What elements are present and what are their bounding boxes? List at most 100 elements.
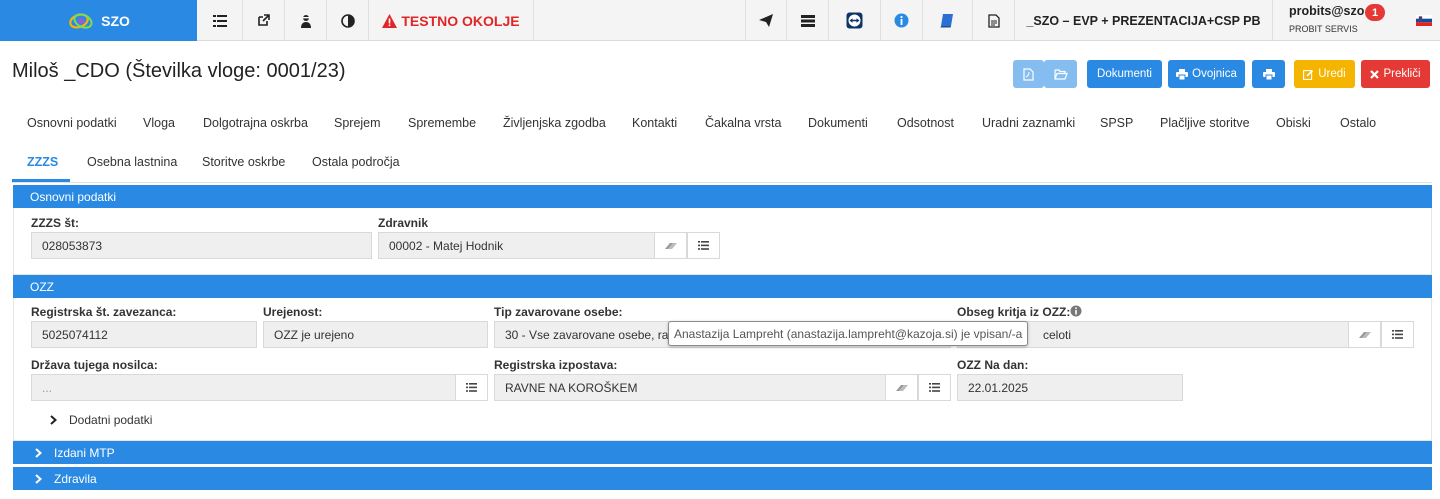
- tab-kontakti[interactable]: Kontakti: [632, 116, 677, 130]
- top-bar: SZO TESTNO OKOLJE _SZO – EVP + PREZENTAC…: [0, 0, 1440, 41]
- slovenia-flag-icon[interactable]: [1416, 15, 1432, 26]
- tab-ostalo[interactable]: Ostalo: [1340, 116, 1376, 130]
- ovojnica-label: Ovojnica: [1192, 68, 1237, 80]
- tab-obiski[interactable]: Obiski: [1276, 116, 1311, 130]
- ozz-na-dan-field[interactable]: 22.01.2025: [957, 374, 1183, 401]
- zdravila-section[interactable]: Zdravila: [13, 467, 1432, 490]
- project-title: _SZO – EVP + PREZENTACIJA+CSP PB: [1026, 13, 1261, 28]
- uredi-button[interactable]: Uredi: [1294, 60, 1355, 88]
- list-icon: [698, 241, 709, 250]
- uredi-label: Uredi: [1318, 68, 1346, 80]
- tab-osnovni-podatki[interactable]: Osnovni podatki: [27, 116, 117, 130]
- open-folder-button[interactable]: [1044, 60, 1077, 88]
- tab-dokumenti[interactable]: Dokumenti: [808, 116, 868, 130]
- ovojnica-button[interactable]: Ovojnica: [1168, 60, 1245, 88]
- audit-tooltip: Anastazija Lampreht (anastazija.lampreht…: [668, 321, 1029, 346]
- tab-spsp[interactable]: SPSP: [1100, 116, 1133, 130]
- dokumenti-button[interactable]: Dokumenti: [1087, 60, 1162, 88]
- preklici-button[interactable]: Prekliči: [1361, 60, 1430, 88]
- file-pdf-icon: [1023, 67, 1034, 81]
- tab-placljive-storitve[interactable]: Plačljive storitve: [1160, 116, 1250, 130]
- print-icon: [1262, 68, 1275, 80]
- document-button[interactable]: [973, 0, 1015, 41]
- notification-badge[interactable]: 1: [1365, 4, 1385, 21]
- warning-icon: [382, 13, 398, 28]
- user-secret-button[interactable]: [285, 0, 327, 41]
- tab-zzzs[interactable]: ZZZS: [27, 155, 58, 169]
- urejenost-field[interactable]: OZZ je urejeno: [263, 321, 488, 348]
- tab-storitve-oskrbe[interactable]: Storitve oskrbe: [202, 155, 285, 169]
- zdravnik-clear-button[interactable]: [654, 232, 687, 259]
- zzzs-label: ZZZS št:: [31, 216, 79, 230]
- izpostava-list-button[interactable]: [918, 374, 951, 401]
- drzava-list-button[interactable]: [455, 374, 488, 401]
- user-name[interactable]: probits@szo: [1289, 4, 1364, 18]
- tab-zivljenjska-zgodba[interactable]: Življenjska zgodba: [503, 116, 606, 130]
- tab-cakalna-vrsta[interactable]: Čakalna vrsta: [705, 116, 781, 130]
- izpostava-label: Registrska izpostava:: [494, 358, 618, 372]
- info-icon: [894, 13, 909, 28]
- osnovni-podatki-heading: Osnovni podatki: [13, 185, 1432, 208]
- list-icon: [466, 383, 477, 392]
- dodatni-podatki-toggle[interactable]: Dodatni podatki: [50, 413, 152, 427]
- ozz-heading: OZZ: [13, 275, 1432, 298]
- menu-button[interactable]: [197, 0, 243, 41]
- list-icon: [929, 383, 940, 392]
- obseg-kritja-label: Obseg kritja iz OZZ:: [957, 305, 1071, 319]
- project-selector[interactable]: _SZO – EVP + PREZENTACIJA+CSP PB: [1015, 0, 1273, 41]
- preklici-label: Prekliči: [1383, 68, 1421, 80]
- drzava-label: Država tujega nosilca:: [31, 358, 158, 372]
- brand-logo[interactable]: SZO: [0, 0, 197, 41]
- book-icon: [940, 14, 953, 28]
- obseg-list-button[interactable]: [1381, 321, 1414, 348]
- user-organization: PROBIT SERVIS: [1289, 24, 1358, 34]
- user-secret-icon: [300, 14, 311, 28]
- zdravnik-field[interactable]: 00002 - Matej Hodnik: [378, 232, 655, 259]
- drzava-field[interactable]: ...: [31, 374, 456, 401]
- chevron-right-icon: [35, 473, 42, 484]
- external-link-icon: [258, 14, 270, 26]
- server-icon: [800, 14, 815, 27]
- print-button[interactable]: [1252, 60, 1285, 88]
- zdravnik-list-button[interactable]: [687, 232, 720, 259]
- tab-uradni-zaznamki[interactable]: Uradni zaznamki: [982, 116, 1075, 130]
- chevron-right-icon: [35, 447, 42, 458]
- tab-sprejem[interactable]: Sprejem: [334, 116, 381, 130]
- izpostava-clear-button[interactable]: [885, 374, 918, 401]
- list-icon: [1392, 330, 1403, 339]
- tab-osebna-lastnina[interactable]: Osebna lastnina: [87, 155, 177, 169]
- tab-vloga[interactable]: Vloga: [143, 116, 175, 130]
- tab-dolgotrajna-oskrba[interactable]: Dolgotrajna oskrba: [203, 116, 308, 130]
- izdani-mtp-section[interactable]: Izdani MTP: [13, 441, 1432, 464]
- page-title: Miloš _CDO (Številka vloge: 0001/23): [12, 60, 346, 82]
- szo-logo-icon: [69, 12, 93, 29]
- izpostava-field[interactable]: RAVNE NA KOROŠKEM: [494, 374, 886, 401]
- edit-icon: [1303, 69, 1314, 80]
- registrska-field[interactable]: 5025074112: [31, 321, 257, 348]
- document-icon: [987, 13, 1000, 28]
- tab-spremembe[interactable]: Spremembe: [408, 116, 476, 130]
- tab-odsotnost[interactable]: Odsotnost: [897, 116, 954, 130]
- manual-button[interactable]: [923, 0, 973, 41]
- zzzs-number-field[interactable]: 028053873: [31, 232, 372, 259]
- contrast-icon: [340, 13, 355, 28]
- env-warning: TESTNO OKOLJE: [369, 0, 534, 41]
- pdf-button[interactable]: [1013, 60, 1044, 88]
- server-button[interactable]: [787, 0, 829, 41]
- teamviewer-icon: [846, 12, 863, 29]
- obseg-clear-button[interactable]: [1348, 321, 1381, 348]
- external-link-button[interactable]: [243, 0, 285, 41]
- info-button[interactable]: [881, 0, 923, 41]
- send-button[interactable]: [745, 0, 787, 41]
- ozz-na-dan-label: OZZ Na dan:: [957, 358, 1029, 372]
- env-warning-label: TESTNO OKOLJE: [401, 12, 520, 29]
- info-icon[interactable]: [1070, 305, 1082, 317]
- tip-zavarovane-osebe-label: Tip zavarovane osebe:: [494, 305, 623, 319]
- zdravnik-label: Zdravnik: [378, 216, 429, 230]
- eraser-icon: [895, 384, 908, 391]
- tab-ostala-podrocja[interactable]: Ostala področja: [312, 155, 400, 169]
- contrast-button[interactable]: [327, 0, 369, 41]
- teamviewer-button[interactable]: [829, 0, 881, 41]
- chevron-right-icon: [50, 415, 57, 425]
- send-icon: [759, 14, 773, 27]
